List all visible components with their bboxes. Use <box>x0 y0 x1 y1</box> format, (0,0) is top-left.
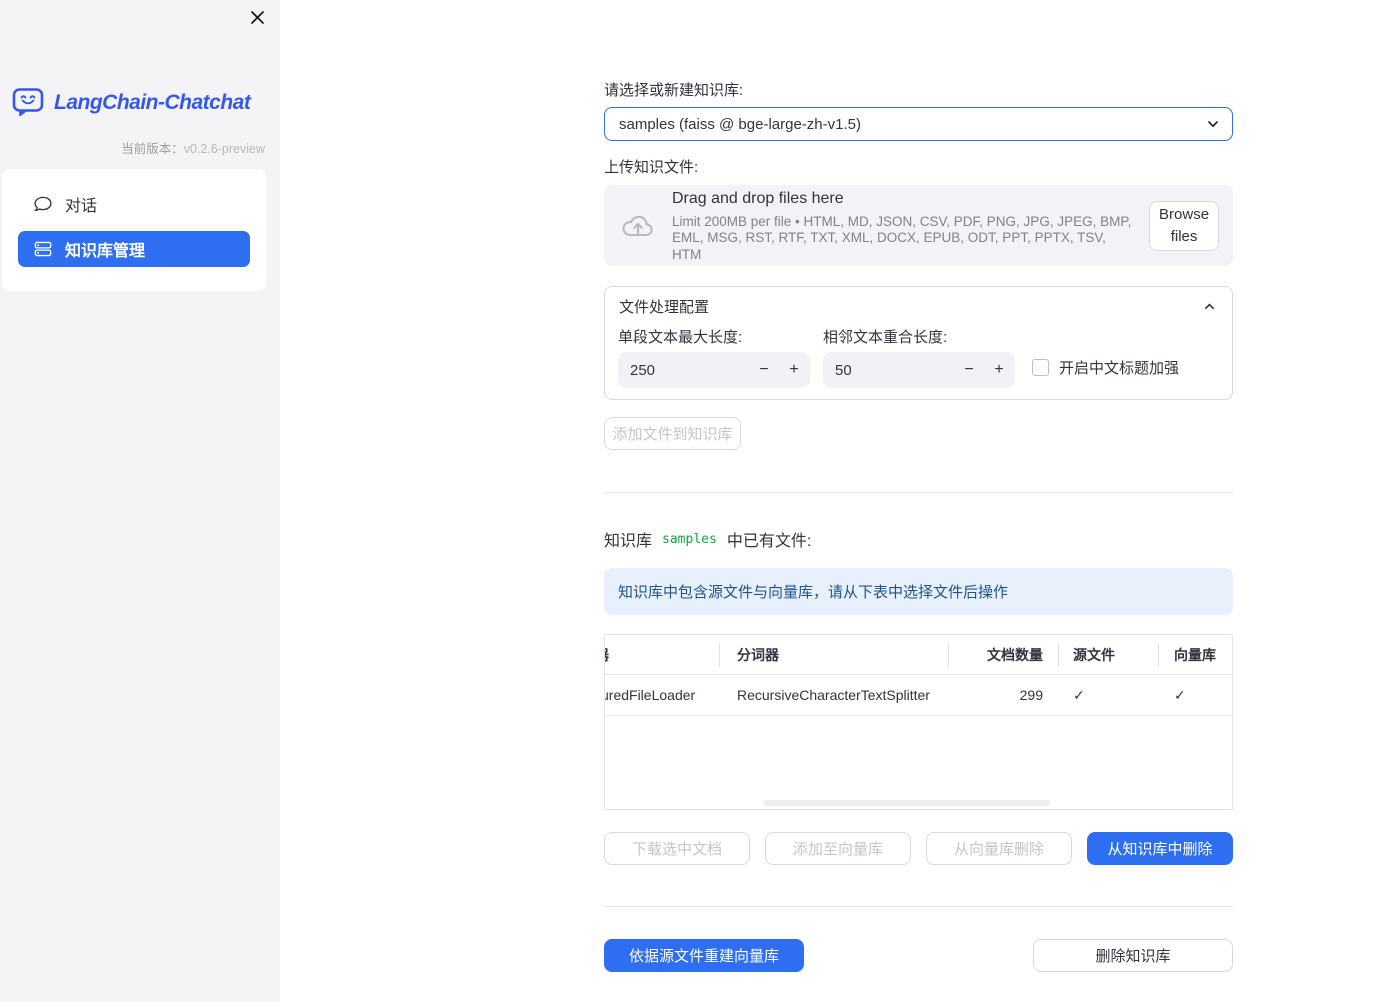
divider <box>604 492 1233 493</box>
overlap-label: 相邻文本重合长度: <box>823 329 948 346</box>
dropzone-title: Drag and drop files here <box>672 189 844 207</box>
rebuild-vector-store-button[interactable]: 依据源文件重建向量库 <box>604 939 804 972</box>
overlap-decrement-button[interactable]: − <box>955 361 983 379</box>
kb-files-suffix: 中已有文件: <box>726 533 812 550</box>
sidebar: LangChain-Chatchat 当前版本：v0.2.6-preview 对… <box>0 0 280 1002</box>
overlap-input[interactable]: 50 − + <box>823 352 1015 388</box>
kb-files-heading: 知识库 samples 中已有文件: <box>604 527 1233 551</box>
sidebar-menu: 对话 知识库管理 <box>2 169 266 291</box>
sidebar-item-knowledge-base[interactable]: 知识库管理 <box>18 231 250 267</box>
col-source-file-header: 源文件 <box>1073 646 1115 663</box>
sidebar-item-dialogue[interactable]: 对话 <box>18 186 250 222</box>
cell-splitter: RecursiveCharacterTextSplitter <box>737 687 930 703</box>
chunk-size-label: 单段文本最大长度: <box>618 329 743 346</box>
add-files-to-kb-button[interactable]: 添加文件到知识库 <box>604 417 741 450</box>
info-banner: 知识库中包含源文件与向量库，请从下表中选择文件后操作 <box>604 568 1233 615</box>
delete-from-kb-button[interactable]: 从知识库中删除 <box>1087 832 1233 865</box>
logo-chat-smiley-icon <box>12 87 45 118</box>
kb-level-buttons: 依据源文件重建向量库 删除知识库 <box>604 939 1233 972</box>
chevron-down-icon <box>1206 117 1220 131</box>
close-sidebar-icon[interactable] <box>248 8 266 26</box>
column-separator <box>1058 643 1059 667</box>
expander-title: 文件处理配置 <box>619 298 710 316</box>
checkbox-label: 开启中文标题加强 <box>1059 360 1180 377</box>
cell-loader: uredFileLoader <box>605 687 696 703</box>
browse-files-button[interactable]: Browse files <box>1149 200 1219 251</box>
info-banner-text: 知识库中包含源文件与向量库，请从下表中选择文件后操作 <box>618 584 1009 601</box>
download-selected-button[interactable]: 下载选中文档 <box>604 832 750 865</box>
version-label: 当前版本： <box>121 142 184 156</box>
divider <box>604 906 1233 907</box>
file-action-buttons: 下载选中文档 添加至向量库 从向量库删除 从知识库中删除 <box>604 832 1233 865</box>
app-logo: LangChain-Chatchat <box>12 87 251 118</box>
app-title: LangChain-Chatchat <box>54 90 251 114</box>
main-area: 请选择或新建知识库: samples (faiss @ bge-large-zh… <box>280 0 1380 1002</box>
horizontal-scrollbar[interactable] <box>763 800 1050 806</box>
kb-select-label: 请选择或新建知识库: <box>604 82 744 99</box>
upload-label: 上传知识文件: <box>604 159 699 176</box>
hdd-stack-icon <box>34 240 52 258</box>
table-row[interactable]: uredFileLoader RecursiveCharacterTextSpl… <box>605 675 1232 716</box>
kb-files-prefix: 知识库 <box>604 533 653 550</box>
chevron-up-icon <box>1203 300 1216 313</box>
expander-header[interactable]: 文件处理配置 <box>605 287 1232 325</box>
sidebar-item-label: 对话 <box>65 198 98 215</box>
table-header-row: 器 分词器 文档数量 源文件 向量库 <box>605 635 1232 675</box>
chunk-size-value: 250 <box>630 361 656 379</box>
sidebar-item-label: 知识库管理 <box>65 243 146 260</box>
chunk-size-increment-button[interactable]: + <box>778 361 810 379</box>
cell-source-file-check: ✓ <box>1073 686 1085 703</box>
zh-title-enhance-checkbox[interactable]: 开启中文标题加强 <box>1032 357 1179 378</box>
kb-name-code: samples <box>662 531 717 547</box>
column-separator <box>1158 643 1159 667</box>
kb-select[interactable]: samples (faiss @ bge-large-zh-v1.5) <box>604 107 1233 141</box>
overlap-value: 50 <box>835 361 852 379</box>
cloud-upload-icon <box>620 210 656 242</box>
version-value: v0.2.6-preview <box>183 142 265 156</box>
dropzone-limit-text: Limit 200MB per file • HTML, MD, JSON, C… <box>672 213 1132 262</box>
col-splitter-header: 分词器 <box>737 646 779 663</box>
delete-from-vector-store-button[interactable]: 从向量库删除 <box>926 832 1072 865</box>
col-loader-header: 器 <box>605 645 719 665</box>
kb-files-table[interactable]: 器 分词器 文档数量 源文件 向量库 uredFileLoader Recurs… <box>604 634 1233 810</box>
col-vector-store-header: 向量库 <box>1174 646 1216 663</box>
file-config-expander: 文件处理配置 单段文本最大长度: 相邻文本重合长度: 250 − + 50 − … <box>604 286 1233 400</box>
add-to-vector-store-button[interactable]: 添加至向量库 <box>765 832 911 865</box>
checkbox-box[interactable] <box>1032 359 1049 376</box>
chunk-size-input[interactable]: 250 − + <box>618 352 810 388</box>
chat-bubble-icon <box>34 195 52 213</box>
dropzone-instructions: Drag and drop files here Limit 200MB per… <box>672 188 1133 264</box>
cell-doc-count: 299 <box>1019 687 1043 703</box>
version-info: 当前版本：v0.2.6-preview <box>121 138 265 157</box>
chunk-size-decrement-button[interactable]: − <box>750 361 778 379</box>
delete-kb-button[interactable]: 删除知识库 <box>1033 939 1233 972</box>
cell-vector-store-check: ✓ <box>1174 686 1186 703</box>
col-doc-count-header: 文档数量 <box>987 646 1043 663</box>
column-separator <box>948 643 949 667</box>
kb-select-value: samples (faiss @ bge-large-zh-v1.5) <box>619 115 861 133</box>
file-dropzone[interactable]: Drag and drop files here Limit 200MB per… <box>604 185 1233 266</box>
column-separator <box>719 643 720 667</box>
overlap-increment-button[interactable]: + <box>983 361 1015 379</box>
